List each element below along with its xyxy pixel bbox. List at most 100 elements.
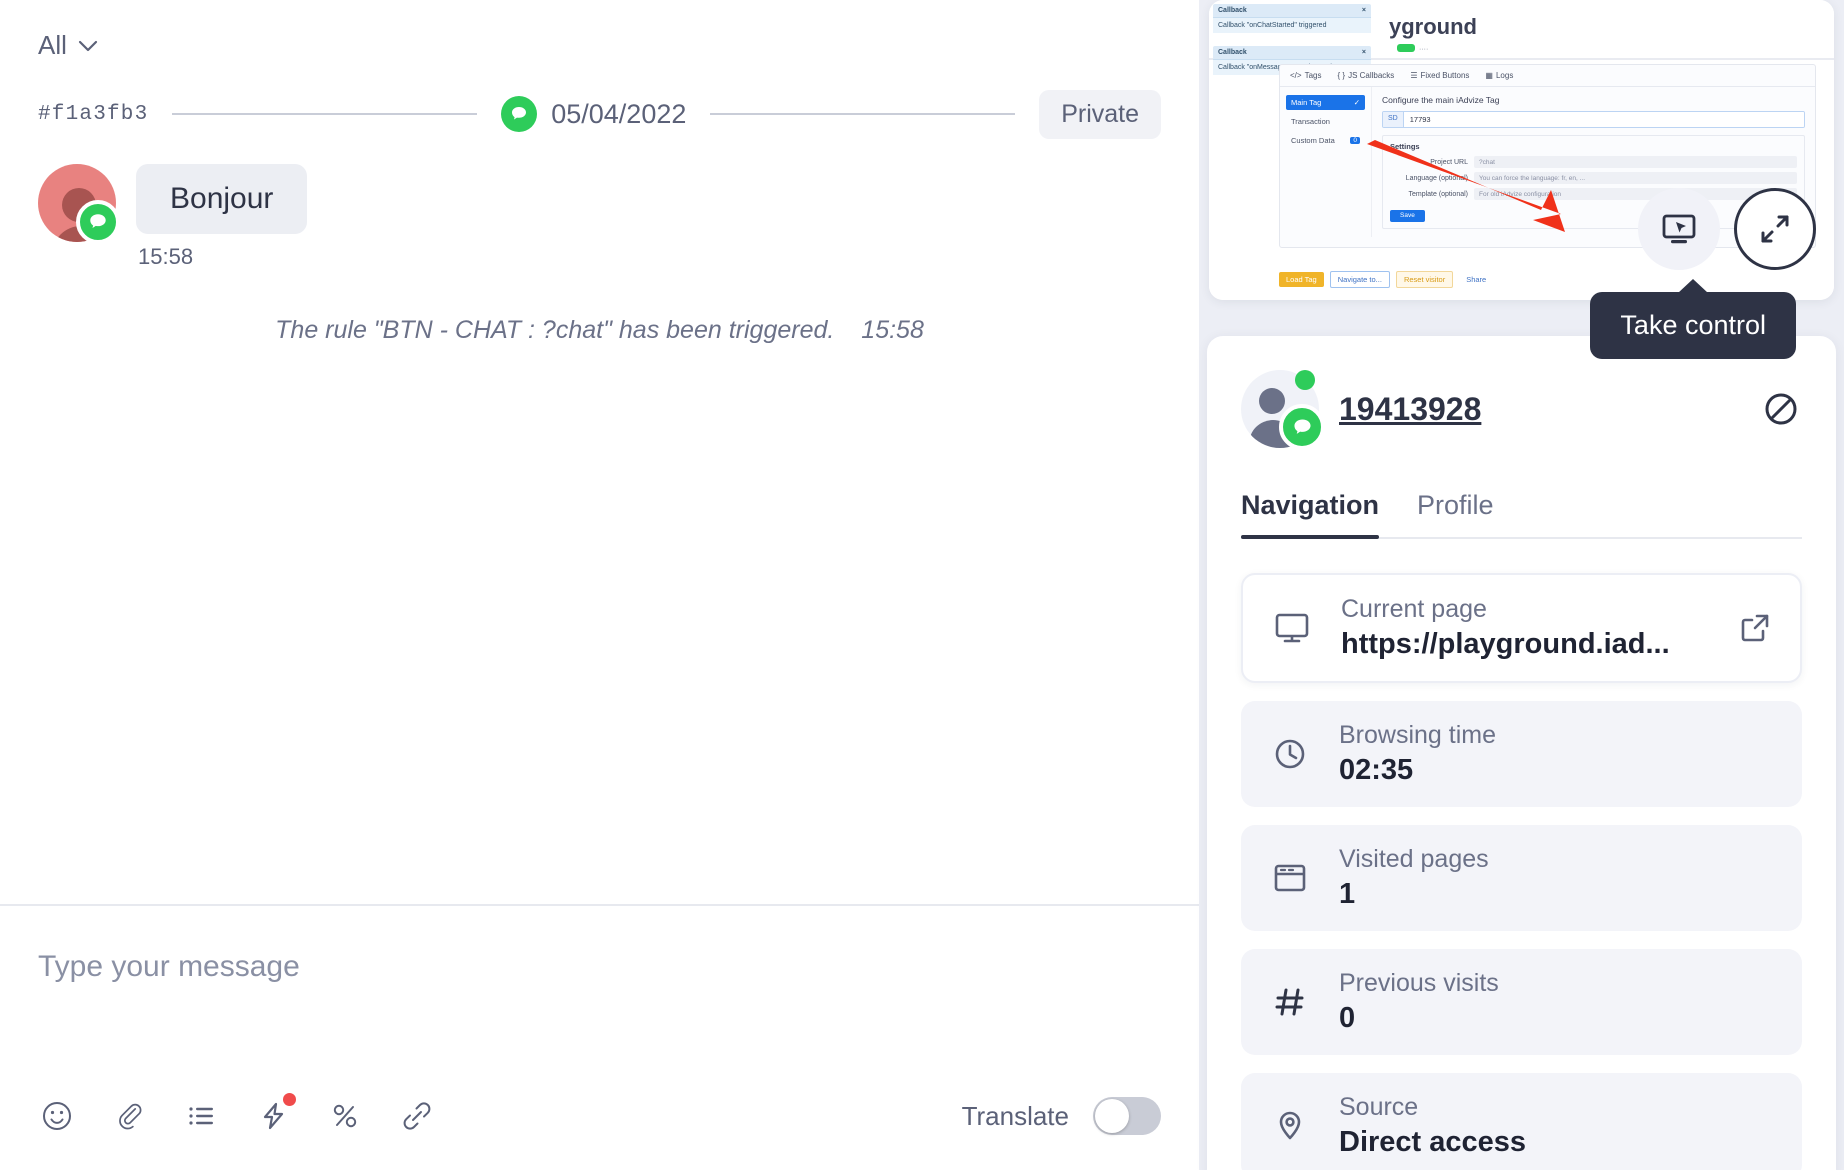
braces-icon: { } (1337, 71, 1346, 80)
close-icon[interactable]: × (1362, 49, 1366, 56)
buttons-icon: ☰ (1410, 71, 1418, 80)
field-input[interactable]: ?chat (1474, 156, 1797, 168)
chat-bubble-icon (76, 200, 120, 244)
preview-action-buttons (1638, 188, 1816, 270)
date-chip: 05/04/2022 (501, 96, 686, 132)
window-icon (1267, 855, 1313, 901)
translate-control: Translate (962, 1097, 1161, 1135)
toggle-knob (1095, 1099, 1129, 1133)
code-icon: </> (1290, 71, 1302, 80)
info-card-previous-visits: Previous visits 0 (1241, 949, 1802, 1055)
tab-profile[interactable]: Profile (1417, 490, 1494, 537)
info-label: Visited pages (1339, 845, 1489, 873)
toast-header: Callback × (1213, 4, 1371, 18)
info-label: Current page (1341, 595, 1487, 623)
info-value: 1 (1339, 878, 1356, 910)
divider-line-left (172, 113, 478, 115)
tab-js-callbacks[interactable]: { } JS Callbacks (1337, 71, 1394, 80)
lightning-badge-dot (283, 1093, 296, 1106)
visitor-info-list: Current page https://playground.iad... B… (1241, 573, 1802, 1170)
preview-save-button[interactable]: Save (1390, 209, 1425, 222)
load-tag-button[interactable]: Load Tag (1279, 272, 1324, 287)
message-input[interactable]: Type your message (38, 906, 1161, 1062)
info-value: 0 (1339, 1002, 1356, 1034)
link-icon[interactable] (398, 1097, 436, 1135)
preview-url-prefix[interactable]: SD (1383, 112, 1404, 127)
attachment-icon[interactable] (110, 1097, 148, 1135)
toast-header: Callback × (1213, 46, 1371, 60)
online-dot (1295, 370, 1315, 390)
expand-button[interactable] (1734, 188, 1816, 270)
translate-label: Translate (961, 1100, 1069, 1131)
preview-nav-transaction[interactable]: Transaction (1286, 114, 1365, 129)
preview-field: Language (optional) You can force the la… (1390, 172, 1797, 184)
preview-side-nav: Main Tag ✓ Transaction Custom Data 0 (1280, 87, 1372, 237)
info-text: Previous visits 0 (1339, 969, 1499, 1035)
conversation-date: 05/04/2022 (551, 98, 687, 129)
chat-bubble-icon (501, 96, 538, 132)
info-card-current-page[interactable]: Current page https://playground.iad... (1241, 573, 1802, 683)
lightning-icon[interactable] (254, 1093, 296, 1135)
message-item: Bonjour 15:58 (38, 164, 1161, 270)
visitor-id-link[interactable]: 19413928 (1339, 391, 1481, 428)
navigate-to-button[interactable]: Navigate to... (1329, 271, 1390, 288)
field-label: Project URL (1430, 158, 1468, 166)
preview-nav-custom-data[interactable]: Custom Data 0 (1286, 133, 1365, 148)
visitor-avatar (1241, 370, 1325, 450)
preview-dots: ···· (1419, 46, 1429, 53)
percent-icon[interactable] (326, 1097, 364, 1135)
tab-label: JS Callbacks (1348, 71, 1395, 80)
pin-icon (1267, 1103, 1313, 1149)
info-card-source: Source Direct access (1241, 1073, 1802, 1170)
conversation-filter-dropdown[interactable]: All (38, 30, 98, 61)
message-composer: Type your message Translate (0, 904, 1199, 1170)
reset-visitor-button[interactable]: Reset visitor (1395, 271, 1454, 288)
conversation-panel: All #f1a3fb3 05/04/2022 Private Bonjour … (0, 0, 1199, 1170)
visitor-tabs: Navigation Profile (1241, 490, 1802, 539)
nav-label: Transaction (1291, 117, 1330, 126)
nav-label: Custom Data (1291, 136, 1335, 145)
info-text: Browsing time 02:35 (1339, 721, 1496, 787)
toast-title: Callback (1218, 49, 1247, 56)
preview-green-marker (1397, 44, 1415, 52)
field-label: Language (optional) (1405, 174, 1468, 182)
external-link-icon[interactable] (1736, 609, 1774, 647)
logs-icon: ▦ (1485, 71, 1493, 80)
preview-tab-bar: </> Tags { } JS Callbacks ☰ Fixed Button… (1280, 65, 1815, 87)
preview-headline: yground (1389, 14, 1477, 39)
privacy-badge: Private (1039, 89, 1161, 139)
list-icon[interactable] (182, 1097, 220, 1135)
tab-label: Fixed Buttons (1420, 71, 1470, 80)
block-icon[interactable] (1760, 388, 1802, 430)
tab-fixed-buttons[interactable]: ☰ Fixed Buttons (1410, 71, 1469, 80)
preview-url-value[interactable]: 17793 (1403, 112, 1804, 127)
preview-url-row[interactable]: SD 17793 (1382, 111, 1805, 128)
close-icon[interactable]: × (1362, 7, 1366, 14)
tab-tags[interactable]: </> Tags (1290, 71, 1321, 80)
tab-navigation[interactable]: Navigation (1241, 490, 1380, 539)
info-card-visited-pages: Visited pages 1 (1241, 825, 1802, 931)
toast-title: Callback (1218, 7, 1247, 14)
message-input-placeholder: Type your message (38, 950, 300, 983)
emoji-icon[interactable] (38, 1097, 76, 1135)
hash-icon (1267, 979, 1313, 1025)
composer-toolbar: Translate (38, 1062, 1161, 1170)
composer-tools (38, 1093, 436, 1135)
preview-nav-main-tag[interactable]: Main Tag ✓ (1286, 95, 1365, 110)
nav-label: Main Tag (1291, 98, 1322, 107)
clock-icon (1267, 731, 1313, 777)
info-label: Browsing time (1339, 721, 1496, 749)
nav-count-badge: 0 (1350, 137, 1360, 144)
translate-toggle[interactable] (1093, 1097, 1161, 1135)
tab-logs[interactable]: ▦ Logs (1485, 71, 1513, 80)
monitor-icon (1269, 605, 1315, 651)
take-control-button[interactable] (1638, 188, 1720, 270)
info-text: Source Direct access (1339, 1093, 1526, 1159)
system-message-time: 15:58 (861, 316, 924, 344)
field-label: Template (optional) (1408, 190, 1468, 198)
share-button[interactable]: Share (1459, 272, 1493, 287)
field-input[interactable]: You can force the language: fr, en, ... (1474, 172, 1797, 184)
visitor-header: 19413928 (1241, 370, 1802, 450)
preview-main-title: Configure the main iAdvize Tag (1382, 95, 1500, 105)
divider-line-right (710, 113, 1016, 115)
